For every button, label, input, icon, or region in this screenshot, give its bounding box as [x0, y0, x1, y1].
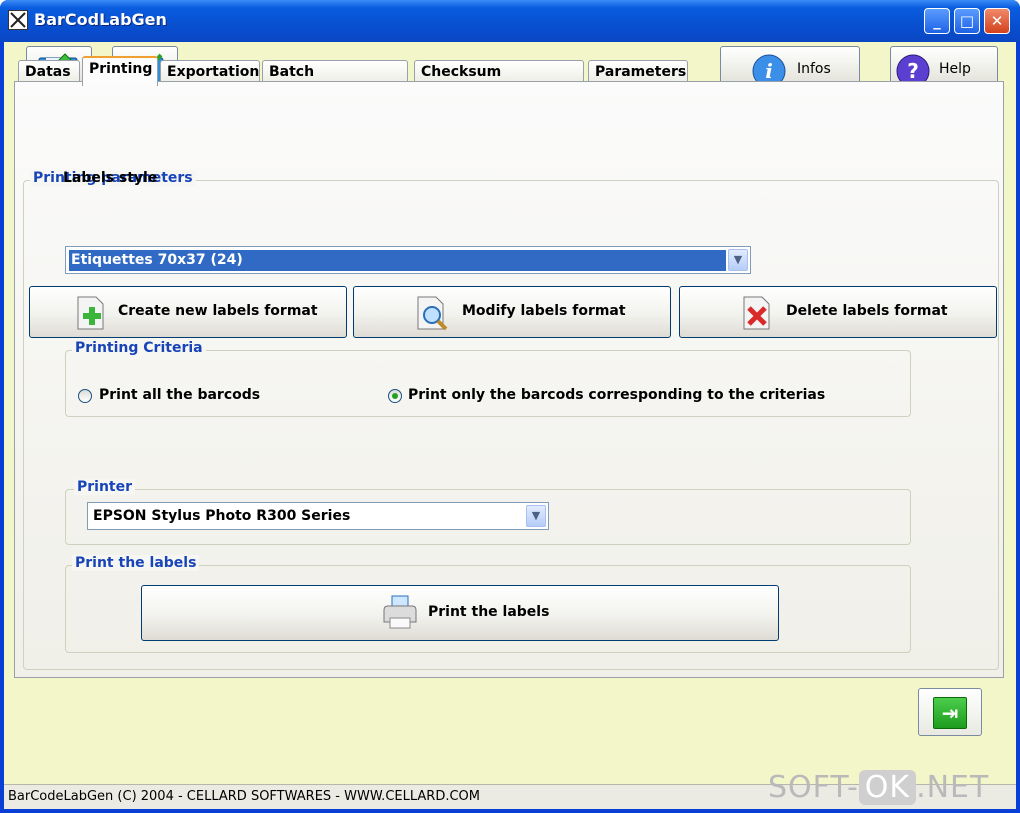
maximize-button[interactable]: □: [954, 8, 980, 34]
watermark-ok: OK: [858, 770, 917, 805]
tab-strip: Datas Printing Exportation Batch Exporta…: [14, 56, 1004, 102]
print-labels-label: Print the labels: [428, 604, 550, 620]
print-criteria-radio[interactable]: [388, 389, 402, 403]
app-window: BarCodLabGen _ □ ✕ i Infos ? Help Datas …: [0, 0, 1020, 813]
delete-document-icon: [743, 296, 770, 330]
create-labels-format-label: Create new labels format: [118, 303, 318, 319]
delete-labels-format-button[interactable]: Delete labels format: [679, 286, 997, 338]
labels-style-value: Etiquettes 70x37 (24): [69, 250, 726, 271]
app-icon[interactable]: [8, 10, 28, 30]
site-watermark: SOFT- OK .NET: [768, 770, 989, 805]
magnifier-document-icon: [417, 296, 448, 331]
printer-select[interactable]: EPSON Stylus Photo R300 Series ▼: [87, 502, 549, 530]
modify-labels-format-label: Modify labels format: [462, 303, 626, 319]
window-title: BarCodLabGen: [34, 10, 167, 29]
new-document-icon: [77, 296, 104, 330]
labels-style-label: Labels style: [63, 170, 158, 186]
print-all-label[interactable]: Print all the barcods: [99, 387, 260, 403]
delete-labels-format-label: Delete labels format: [786, 303, 948, 319]
printing-criteria-group: Printing Criteria: [65, 340, 911, 417]
printer-value: EPSON Stylus Photo R300 Series: [93, 508, 351, 524]
watermark-left: SOFT-: [768, 770, 859, 805]
modify-labels-format-button[interactable]: Modify labels format: [353, 286, 671, 338]
chevron-down-icon[interactable]: ▼: [526, 505, 546, 527]
printer-title: Printer: [74, 479, 136, 495]
close-button[interactable]: ✕: [984, 8, 1010, 34]
title-bar[interactable]: BarCodLabGen _ □ ✕: [0, 0, 1020, 42]
print-labels-button[interactable]: Print the labels: [141, 585, 779, 641]
printing-criteria-title: Printing Criteria: [72, 340, 206, 356]
exit-icon: ⇥: [933, 697, 967, 729]
chevron-down-icon[interactable]: ▼: [728, 249, 748, 271]
printer-icon: [383, 595, 417, 629]
create-labels-format-button[interactable]: Create new labels format: [29, 286, 347, 338]
tab-printing[interactable]: Printing: [82, 56, 158, 86]
print-criteria-label[interactable]: Print only the barcods corresponding to …: [408, 387, 825, 403]
print-all-radio[interactable]: [78, 389, 92, 403]
minimize-button[interactable]: _: [924, 8, 950, 34]
labels-style-select[interactable]: Etiquettes 70x37 (24) ▼: [65, 246, 751, 274]
exit-button[interactable]: ⇥: [918, 688, 982, 736]
print-labels-title: Print the labels: [72, 555, 200, 571]
printing-tab-panel: Printing parameters Labels style Etiquet…: [14, 81, 1004, 678]
watermark-right: .NET: [916, 770, 990, 805]
